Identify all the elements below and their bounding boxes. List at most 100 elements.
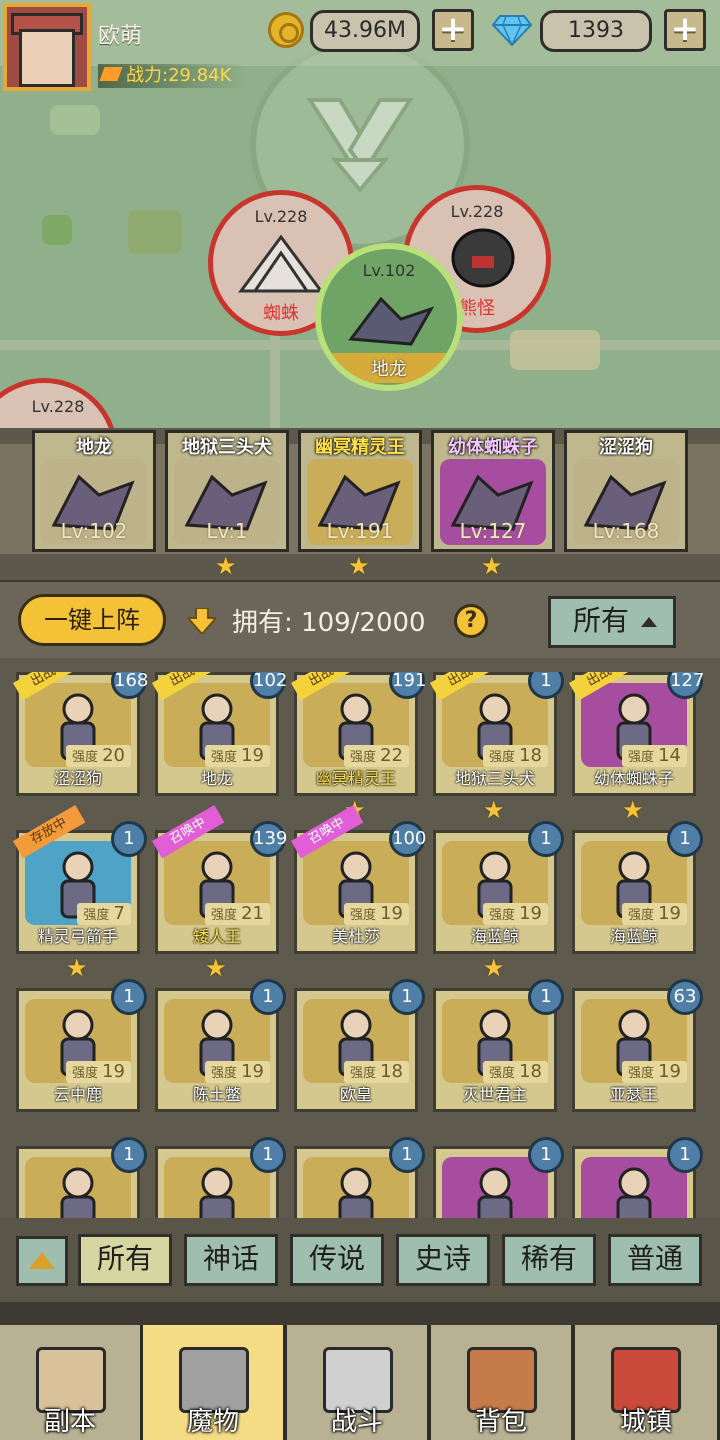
monster-card[interactable]: 1 bbox=[16, 1137, 147, 1220]
owned-count: 拥有: 109/2000 bbox=[232, 608, 426, 638]
caret-up-icon bbox=[641, 617, 657, 627]
monster-card[interactable]: 1 bbox=[294, 1137, 425, 1220]
star-icon: ★ bbox=[483, 954, 505, 982]
guild-emblem-icon bbox=[306, 98, 414, 194]
world-map[interactable]: 欧萌 战力:29.84K 43.96M + 1393 + Lv.228 蜘蛛 L… bbox=[0, 0, 720, 445]
power-prefix: 强度 bbox=[210, 750, 242, 765]
rarity-filter-button[interactable]: 普通 bbox=[608, 1234, 702, 1286]
power-value: 21 bbox=[241, 903, 264, 924]
power-value: 18 bbox=[519, 745, 542, 766]
sort-filter-dropdown[interactable]: 所有 bbox=[548, 596, 676, 648]
monster-card[interactable]: 强度 22 幽冥精灵王 191 出战中 bbox=[291, 672, 426, 796]
squad-slot[interactable]: 地龙 Lv:102 bbox=[32, 430, 156, 552]
player-avatar[interactable] bbox=[3, 3, 91, 91]
squad-slot[interactable]: 幽冥精灵王 Lv:191 bbox=[298, 430, 422, 552]
power-value: 22 bbox=[380, 745, 403, 766]
monster-card[interactable]: 强度 18 欧皇 1 bbox=[294, 979, 425, 1112]
monster-card[interactable]: 强度 19 陈土鳖 1 bbox=[155, 979, 286, 1112]
star-icon: ★ bbox=[205, 954, 227, 982]
squad-slot[interactable]: 幼体蜘蛛子 Lv:127 bbox=[431, 430, 555, 552]
power-value: 7 bbox=[113, 903, 125, 924]
monster-card[interactable]: 1 bbox=[572, 1137, 703, 1220]
squad-slot[interactable]: 地狱三头犬 Lv:1 bbox=[165, 430, 289, 552]
monster-name: 亚瑟王 bbox=[609, 1085, 658, 1104]
add-gold-button[interactable]: + bbox=[432, 9, 474, 51]
monster-card[interactable]: 强度 19 地龙 102 出战中 bbox=[152, 672, 287, 796]
monster-card[interactable]: 强度 19 云中鹿 1 bbox=[16, 979, 147, 1112]
monster-card[interactable]: 1 bbox=[155, 1137, 286, 1220]
squad-monster-name: 涩涩狗 bbox=[599, 437, 653, 458]
power-prefix: 强度 bbox=[83, 908, 114, 923]
node-name: 地龙 bbox=[371, 359, 407, 380]
arrow-down-icon bbox=[188, 608, 216, 634]
earth-dragon-icon bbox=[348, 296, 435, 346]
monster-power: 强度 19 bbox=[65, 1061, 131, 1083]
nav-map-scroll[interactable]: 副本 bbox=[0, 1325, 143, 1440]
monster-power: 强度 18 bbox=[343, 1061, 409, 1083]
combat-power: 战力:29.84K bbox=[98, 64, 246, 88]
monster-name: 灭世君主 bbox=[462, 1085, 527, 1104]
power-prefix: 强度 bbox=[71, 1066, 103, 1081]
rarity-filter-button[interactable]: 史诗 bbox=[396, 1234, 490, 1286]
monster-card[interactable]: 强度 19 海蓝鲸 1 bbox=[572, 821, 703, 954]
monster-name: 矮人王 bbox=[192, 927, 241, 946]
nav-label: 背包 bbox=[474, 1407, 527, 1437]
map-node-earth-dragon[interactable]: Lv.102 地龙 bbox=[315, 243, 463, 391]
monster-name: 涩涩狗 bbox=[53, 769, 102, 788]
nav-monster-helmet[interactable]: 魔物 bbox=[143, 1325, 286, 1440]
monster-figure-icon bbox=[338, 1167, 374, 1220]
squad-monster-name: 地龙 bbox=[76, 437, 112, 458]
monster-card[interactable]: 强度 19 海蓝鲸 1 bbox=[433, 821, 564, 954]
monster-name: 地狱三头犬 bbox=[454, 769, 535, 788]
nav-label: 城镇 bbox=[619, 1407, 672, 1437]
auto-deploy-button[interactable]: 一键上阵 bbox=[18, 594, 166, 646]
nav-crossed-swords[interactable]: 战斗 bbox=[287, 1325, 430, 1440]
monster-power: 强度 19 bbox=[482, 903, 548, 925]
power-prefix: 强度 bbox=[627, 750, 659, 765]
rarity-filter-button[interactable]: 稀有 bbox=[502, 1234, 596, 1286]
monster-card[interactable]: 强度 19 美杜莎 100 召唤中 bbox=[291, 805, 426, 954]
monster-count-badge: 139 bbox=[250, 821, 287, 857]
monster-count-badge: 1 bbox=[250, 1137, 286, 1173]
collapse-toggle-button[interactable] bbox=[16, 1236, 68, 1286]
monster-grid[interactable]: 强度 20 涩涩狗 168 出战中 强度 19 地龙 102 出战中 强度 22 幽冥精灵王 191… bbox=[0, 672, 720, 1220]
monster-card[interactable]: 强度 20 涩涩狗 168 出战中 bbox=[13, 672, 148, 796]
rarity-filter-bar: 所有 神话 传说 史诗 稀有 普通 bbox=[0, 1218, 720, 1302]
help-icon[interactable]: ? bbox=[454, 604, 488, 638]
rarity-filter-button[interactable]: 所有 bbox=[78, 1234, 172, 1286]
rarity-filter-button[interactable]: 传说 bbox=[290, 1234, 384, 1286]
power-prefix: 强度 bbox=[488, 1066, 520, 1081]
power-value: 19 bbox=[241, 1061, 264, 1082]
monster-card[interactable]: 1 bbox=[433, 1137, 564, 1220]
monster-roster: 一键上阵 拥有: 109/2000 ? 所有 强度 20 涩涩狗 168 出战中 强度 … bbox=[0, 582, 720, 1220]
monster-card[interactable]: 强度 19 亚瑟王 63 bbox=[572, 979, 703, 1112]
star-icon: ★ bbox=[481, 552, 503, 580]
monster-card[interactable]: 强度 21 矮人王 139 召唤中 bbox=[152, 805, 287, 954]
monster-figure-icon bbox=[616, 1167, 652, 1220]
player-name: 欧萌 bbox=[98, 24, 143, 49]
node-level: Lv.228 bbox=[254, 207, 308, 226]
monster-name: 欧皇 bbox=[339, 1085, 372, 1104]
power-prefix: 强度 bbox=[349, 908, 381, 923]
monster-power: 强度 22 bbox=[343, 745, 409, 767]
rarity-filter-button[interactable]: 神话 bbox=[184, 1234, 278, 1286]
monster-card[interactable]: 强度 18 灭世君主 1 bbox=[433, 979, 564, 1112]
power-value: 19 bbox=[380, 903, 403, 924]
bear-monster-icon bbox=[451, 228, 515, 288]
monster-name: 美杜莎 bbox=[331, 927, 380, 946]
monster-card[interactable]: 强度 14 幼体蜘蛛子 127 出战中 bbox=[569, 672, 704, 796]
monster-card[interactable]: 强度 18 地狱三头犬 1 出战中 bbox=[430, 672, 564, 796]
squad-slot[interactable]: 涩涩狗 Lv:168 bbox=[564, 430, 688, 552]
monster-power: 强度 7 bbox=[77, 903, 131, 925]
monster-power: 强度 19 bbox=[204, 1061, 270, 1083]
monster-count-badge: 1 bbox=[111, 1137, 147, 1173]
nav-label: 魔物 bbox=[186, 1407, 239, 1437]
monster-name: 精灵弓箭手 bbox=[37, 927, 118, 946]
nav-backpack[interactable]: 背包 bbox=[431, 1325, 574, 1440]
nav-town-shop[interactable]: 城镇 bbox=[575, 1325, 720, 1440]
monster-card[interactable]: 强度 7 精灵弓箭手 1 存放中 bbox=[13, 805, 147, 954]
star-icon: ★ bbox=[66, 954, 88, 982]
squad-monster-name: 地狱三头犬 bbox=[182, 437, 272, 458]
bottom-nav: 副本 魔物 战斗 背包 城镇 bbox=[0, 1325, 720, 1440]
add-gems-button[interactable]: + bbox=[664, 9, 706, 51]
